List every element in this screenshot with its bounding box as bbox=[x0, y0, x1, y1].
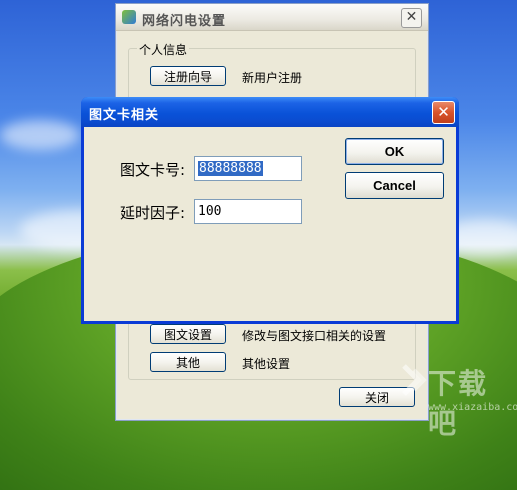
card-settings-description: 修改与图文接口相关的设置 bbox=[242, 329, 387, 343]
card-number-input[interactable]: 88888888 bbox=[194, 156, 302, 181]
ok-button[interactable]: OK bbox=[345, 138, 444, 165]
dialog-title-bar[interactable]: 图文卡相关 ✕ bbox=[81, 97, 459, 127]
other-settings-button[interactable]: 其他 bbox=[150, 352, 226, 372]
card-number-value: 88888888 bbox=[198, 161, 263, 176]
delay-factor-value: 100 bbox=[198, 204, 222, 219]
register-wizard-description: 新用户注册 bbox=[242, 71, 303, 85]
delay-factor-input[interactable]: 100 bbox=[194, 199, 302, 224]
settings-close-icon[interactable]: ✕ bbox=[401, 8, 422, 28]
other-settings-description: 其他设置 bbox=[242, 357, 291, 371]
dialog-close-icon[interactable]: ✕ bbox=[432, 101, 455, 124]
dialog-title: 图文卡相关 bbox=[89, 108, 160, 123]
settings-window-title: 网络闪电设置 bbox=[142, 14, 227, 29]
watermark-url: www.xiazaiba.com bbox=[428, 402, 517, 413]
dialog-body: 图文卡号: 88888888 延时因子: 100 OK Cancel bbox=[84, 127, 456, 321]
cancel-button[interactable]: Cancel bbox=[345, 172, 444, 199]
card-number-label: 图文卡号: bbox=[120, 161, 186, 179]
settings-title-bar[interactable]: 网络闪电设置 ✕ bbox=[116, 4, 428, 31]
card-dialog: 图文卡相关 ✕ 图文卡号: 88888888 延时因子: 100 OK Canc… bbox=[81, 97, 459, 324]
app-icon bbox=[122, 10, 136, 24]
watermark: 下载吧 www.xiazaiba.com bbox=[398, 360, 517, 440]
delay-factor-label: 延时因子: bbox=[120, 204, 186, 222]
register-wizard-button[interactable]: 注册向导 bbox=[150, 66, 226, 86]
group-label: 个人信息 bbox=[137, 41, 190, 58]
card-settings-button[interactable]: 图文设置 bbox=[150, 324, 226, 344]
